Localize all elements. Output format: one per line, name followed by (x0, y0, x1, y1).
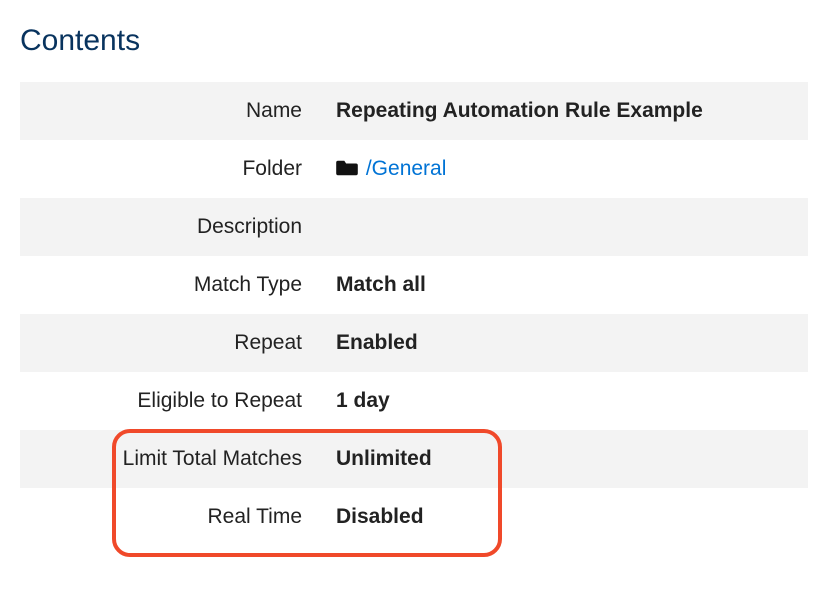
label-folder: Folder (20, 157, 320, 181)
label-limit-total-matches: Limit Total Matches (20, 447, 320, 471)
section-title-contents: Contents (20, 24, 808, 58)
row-folder: Folder /General (20, 140, 808, 198)
folder-link-general[interactable]: /General (366, 157, 447, 180)
value-limit-total-matches: Unlimited (320, 447, 808, 471)
label-description: Description (20, 215, 320, 239)
value-name: Repeating Automation Rule Example (320, 99, 808, 123)
row-match-type: Match Type Match all (20, 256, 808, 314)
value-folder: /General (320, 157, 808, 181)
row-real-time: Real Time Disabled (20, 488, 808, 546)
value-real-time: Disabled (320, 505, 808, 529)
label-real-time: Real Time (20, 505, 320, 529)
value-repeat: Enabled (320, 331, 808, 355)
label-eligible-to-repeat: Eligible to Repeat (20, 389, 320, 413)
value-eligible-to-repeat: 1 day (320, 389, 808, 413)
row-repeat: Repeat Enabled (20, 314, 808, 372)
value-match-type: Match all (320, 273, 808, 297)
folder-icon (336, 157, 366, 180)
label-repeat: Repeat (20, 331, 320, 355)
row-description: Description (20, 198, 808, 256)
label-name: Name (20, 99, 320, 123)
row-limit-total-matches: Limit Total Matches Unlimited (20, 430, 808, 488)
contents-table: Name Repeating Automation Rule Example F… (20, 82, 808, 546)
row-eligible-to-repeat: Eligible to Repeat 1 day (20, 372, 808, 430)
label-match-type: Match Type (20, 273, 320, 297)
row-name: Name Repeating Automation Rule Example (20, 82, 808, 140)
